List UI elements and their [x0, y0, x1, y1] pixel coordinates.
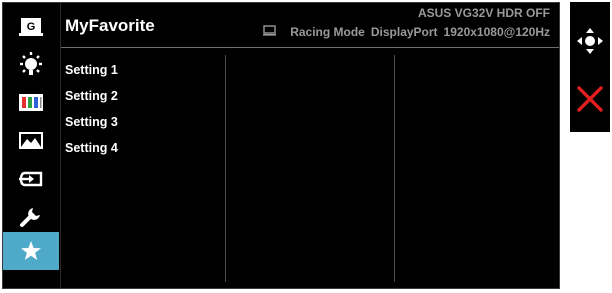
input-select-icon [17, 169, 45, 189]
sidebar-item-color[interactable] [3, 84, 59, 122]
column-divider [225, 55, 226, 282]
brightness-icon [17, 51, 45, 79]
status-resolution: 1920x1080@120Hz [443, 25, 550, 39]
five-way-navigation-icon [575, 26, 605, 61]
image-icon [18, 131, 44, 151]
system-setup-icon [19, 205, 43, 229]
list-item-setting-4[interactable]: Setting 4 [65, 141, 118, 167]
sidebar-item-brightness[interactable] [3, 46, 59, 84]
exit-close-icon [576, 85, 604, 118]
sidebar-item-system-setup[interactable] [3, 198, 59, 236]
osd-nav-panel [570, 2, 610, 132]
osd-header: MyFavorite ASUS VG32V HDR OFF Racing Mod… [61, 3, 559, 47]
model-info: ASUS VG32V HDR OFF [417, 6, 550, 20]
list-item-setting-1[interactable]: Setting 1 [65, 63, 118, 89]
myfavorite-star-icon [19, 239, 43, 263]
header-divider [61, 47, 559, 48]
sidebar-item-gameplus[interactable]: G [3, 8, 59, 46]
osd-menu: G MyFavorite ASUS VG32V HDR OFF Racing M… [2, 2, 560, 289]
status-bar: Racing Mode DisplayPort 1920x1080@120Hz [263, 25, 550, 39]
svg-text:G: G [27, 21, 36, 33]
gameplus-icon: G [18, 17, 44, 37]
navigation-button[interactable] [570, 18, 610, 68]
monitor-icon [263, 25, 277, 39]
column-divider [394, 55, 395, 282]
sidebar-item-image[interactable] [3, 122, 59, 160]
page-title: MyFavorite [65, 16, 155, 35]
settings-list: Setting 1 Setting 2 Setting 3 Setting 4 [65, 63, 118, 167]
list-item-setting-2[interactable]: Setting 2 [65, 89, 118, 115]
sidebar-item-myfavorite[interactable] [3, 232, 59, 270]
status-mode: Racing Mode [290, 25, 365, 39]
exit-button[interactable] [570, 76, 610, 126]
color-icon [18, 93, 44, 113]
list-item-setting-3[interactable]: Setting 3 [65, 115, 118, 141]
osd-content-panel: MyFavorite ASUS VG32V HDR OFF Racing Mod… [60, 3, 559, 288]
sidebar-item-input-select[interactable] [3, 160, 59, 198]
osd-sidebar: G [3, 3, 59, 288]
status-input: DisplayPort [370, 25, 438, 39]
